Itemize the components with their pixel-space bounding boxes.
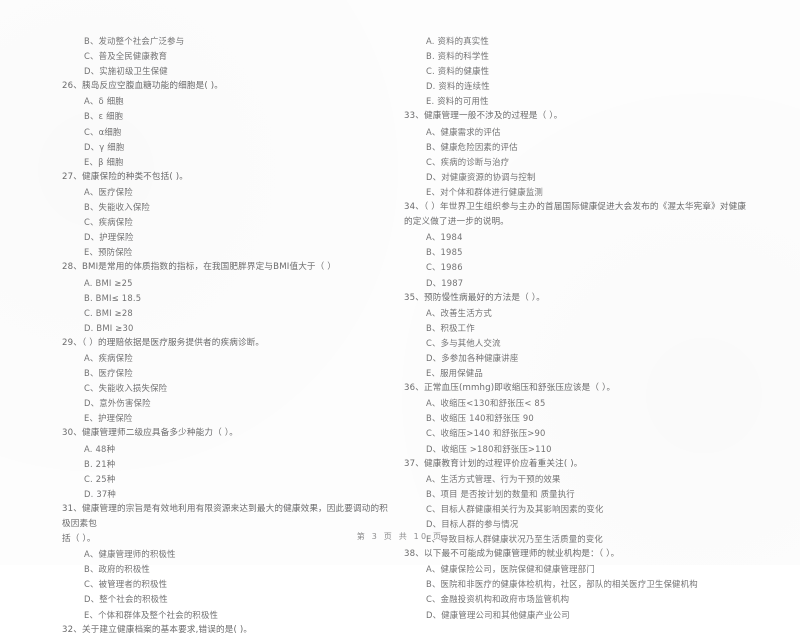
answer-option: D、γ 细胞 (84, 141, 125, 152)
question-line: 31、健康管理的宗旨是有效地利用有限资源来达到最大的健康效果，因此要调动的积极因… (62, 503, 389, 529)
question-33: 33、健康管理一般不涉及的过程是（ ）。 (404, 111, 563, 122)
answer-option: E、个体和群体及整个社会的积极性 (84, 609, 219, 620)
answer-option: B、失能收入保险 (84, 202, 150, 213)
question-line: 34、（ ）年世界卫生组织参与主办的首届国际健康促进大会发布的《渥太华宪章》对健… (404, 202, 747, 213)
answer-option: E、预防保险 (84, 247, 133, 258)
scanned-page: B、发动整个社会广泛参与 C、普及全民健康教育 D、实施初级卫生保健 26、胰岛反应空… (0, 0, 800, 635)
page-footer: 第 3 页 共 10 页 (356, 532, 444, 541)
answer-option: B、医院和非医疗的健康体检机构，社区，部队的相关医疗卫生保健机构 (426, 579, 698, 590)
answer-option: C、金融投资机构和政府市场监管机构 (426, 594, 570, 605)
answer-option: A、改善生活方式 (426, 307, 492, 318)
question-30: 30、健康管理师二级应具备多少种能力（ ）。 (62, 428, 238, 439)
question-29: 29、（ ）的理赔依据是医疗服务提供者的疾病诊断。 (62, 337, 265, 348)
answer-option: D. BMI ≥30 (84, 322, 134, 333)
answer-option: E. 资料的可用性 (426, 96, 489, 107)
answer-option: B. 21种 (84, 458, 116, 469)
question-27: 27、健康保险的种类不包括( )。 (62, 171, 189, 182)
question-line-continued: 的定义做了进一步的说明。 (404, 217, 509, 228)
answer-option: B、项目 是否按计划的数量和 质量执行 (426, 488, 575, 499)
answer-option: A、1984 (426, 232, 463, 243)
answer-option: A、医疗保险 (84, 186, 133, 197)
question-28: 28、BMI是常用的体质指数的指标，在我国肥胖界定与BMI值大于（ ） (62, 262, 337, 273)
left-column: B、发动整个社会广泛参与 C、普及全民健康教育 D、实施初级卫生保健 26、胰岛反应空… (62, 34, 392, 638)
answer-option: A. 48种 (84, 443, 116, 454)
answer-option: D、多参加各种健康讲座 (426, 352, 519, 363)
answer-option: D. 37种 (84, 488, 117, 499)
answer-option: B、收缩压 140和舒张压 90 (426, 413, 534, 424)
answer-option: D、意外伤害保险 (84, 398, 151, 409)
answer-option: E、护理保险 (84, 413, 133, 424)
answer-option: C、被管理者的积极性 (84, 579, 168, 590)
answer-option: C、疾病的诊断与治疗 (426, 156, 510, 167)
answer-option: E、对个体和群体进行健康监测 (426, 186, 543, 197)
answer-option: A、健康管理师的积极性 (84, 549, 176, 560)
answer-option: B、发动整个社会广泛参与 (84, 36, 185, 46)
answer-option: D、收缩压 >180和舒张压>110 (426, 443, 552, 454)
question-35: 35、预防慢性病最好的方法是（ ）。 (404, 292, 545, 303)
answer-option: D、整个社会的积极性 (84, 594, 168, 605)
answer-option: C、α细胞 (84, 126, 122, 137)
question-37: 37、健康教育计划的过程评价应着重关注( )。 (404, 458, 583, 469)
question-36: 36、正常血压(mmhg)即收缩压和舒张压应该是（ ）。 (404, 383, 616, 394)
answer-option: C、疾病保险 (84, 217, 133, 228)
answer-option: D、1987 (426, 277, 464, 288)
answer-option: D、对健康资源的协调与控制 (426, 171, 536, 182)
answer-option: A、收缩压<130和舒张压< 85 (426, 398, 546, 409)
answer-option: E、β 细胞 (84, 156, 124, 167)
question-26: 26、胰岛反应空腹血糖功能的细胞是( )。 (62, 81, 224, 92)
answer-option: A、健康需求的评估 (426, 126, 501, 137)
answer-option: C、失能收入损失保险 (84, 383, 168, 394)
answer-option: B、1985 (426, 247, 463, 258)
answer-option: B. BMI≤ 18.5 (84, 292, 142, 303)
two-column-layout: B、发动整个社会广泛参与 C、普及全民健康教育 D、实施初级卫生保健 26、胰岛反应空… (0, 34, 800, 638)
answer-option: C. 25种 (84, 473, 116, 484)
answer-option: C、目标人群健康相关行为及其影响因素的变化 (426, 503, 604, 514)
answer-option: B、医疗保险 (84, 368, 133, 379)
answer-option: C. BMI ≥28 (84, 307, 133, 318)
answer-option: D、健康管理公司和其他健康产业公司 (426, 609, 570, 620)
answer-option: B、健康危险因素的评估 (426, 141, 518, 152)
answer-option: D、实施初级卫生保健 (84, 66, 168, 77)
question-38: 38、以下最不可能成为健康管理师的就业机构是：（ ）。 (404, 549, 620, 560)
question-34: 34、（ ）年世界卫生组织参与主办的首届国际健康促进大会发布的《渥太华宪章》对健… (404, 200, 750, 230)
answer-option: A、生活方式管理、行为干预的效果 (426, 473, 561, 484)
answer-option: D、目标人群的参与情况 (426, 519, 519, 529)
question-32: 32、关于建立健康档案的基本要求,错误的是( )。 (62, 624, 253, 635)
answer-option: C. 资料的健康性 (426, 66, 490, 77)
answer-option: A. 资料的真实性 (426, 36, 489, 46)
answer-option: D、护理保险 (84, 232, 134, 243)
answer-option: C、收缩压>140 和舒张压>90 (426, 428, 546, 439)
answer-option: E、服用保健品 (426, 368, 483, 379)
answer-option: D. 资料的连续性 (426, 81, 490, 92)
answer-option: B、ε 细胞 (84, 111, 124, 122)
answer-option: C、普及全民健康教育 (84, 51, 168, 62)
answer-option: C、多与其他人交流 (426, 337, 501, 348)
answer-option: B. 资料的科学性 (426, 51, 490, 62)
answer-option: C、1986 (426, 262, 463, 273)
answer-option: A、疾病保险 (84, 352, 133, 363)
answer-option: A、δ 细胞 (84, 96, 124, 107)
answer-option: A. BMI ≥25 (84, 277, 133, 288)
answer-option: B、积极工作 (426, 322, 475, 333)
